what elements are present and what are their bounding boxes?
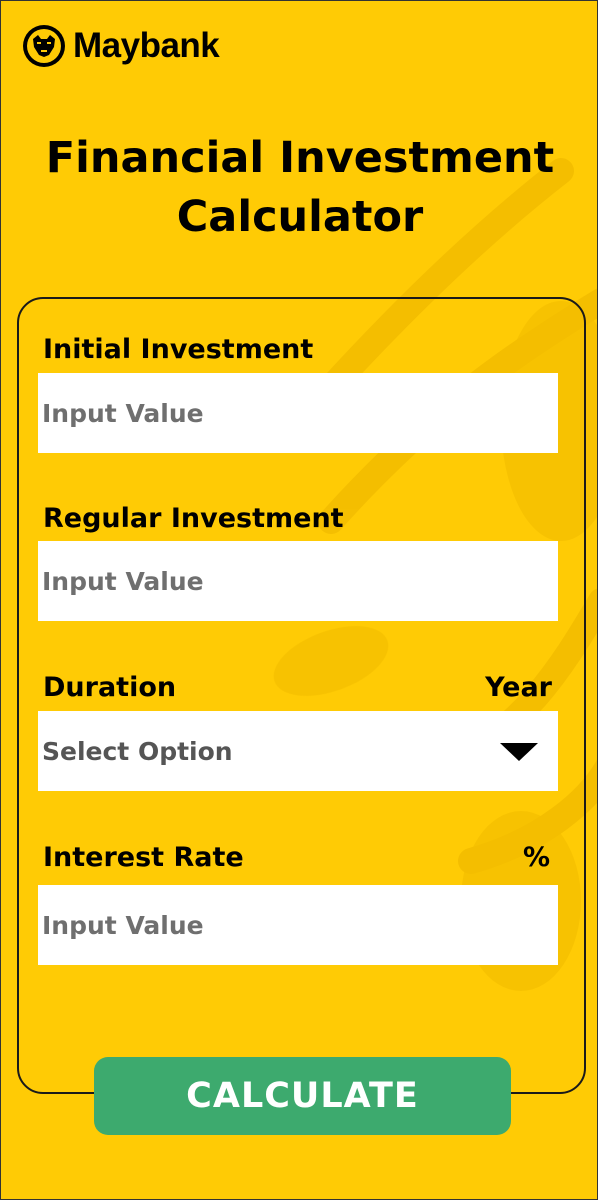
brand-name: Maybank (73, 26, 220, 65)
regular-investment-placeholder: Input Value (42, 566, 204, 596)
triangle-down-icon[interactable] (500, 743, 538, 761)
duration-select[interactable]: Select Option (38, 711, 558, 791)
duration-unit: Year (485, 672, 552, 703)
interest-rate-input[interactable]: Input Value (38, 885, 558, 965)
initial-investment-placeholder: Input Value (42, 398, 204, 428)
maybank-tiger-icon (23, 25, 65, 67)
interest-rate-unit: % (522, 842, 550, 873)
maybank-logo: Maybank (21, 23, 220, 69)
initial-investment-input[interactable]: Input Value (38, 373, 558, 453)
calculate-button[interactable]: CALCULATE (94, 1057, 511, 1135)
page-title-line-2: Calculator (176, 192, 424, 242)
duration-label: Duration (43, 672, 177, 703)
interest-rate-placeholder: Input Value (42, 910, 204, 940)
duration-select-value: Select Option (42, 736, 233, 766)
regular-investment-input[interactable]: Input Value (38, 541, 558, 621)
regular-investment-label: Regular Investment (43, 503, 344, 534)
page-title: Financial Investment Calculator (1, 129, 597, 247)
initial-investment-label: Initial Investment (43, 334, 314, 365)
interest-rate-label: Interest Rate (43, 842, 244, 873)
calculator-screen: Maybank Financial Investment Calculator … (0, 0, 598, 1200)
page-title-line-1: Financial Investment (45, 133, 555, 183)
